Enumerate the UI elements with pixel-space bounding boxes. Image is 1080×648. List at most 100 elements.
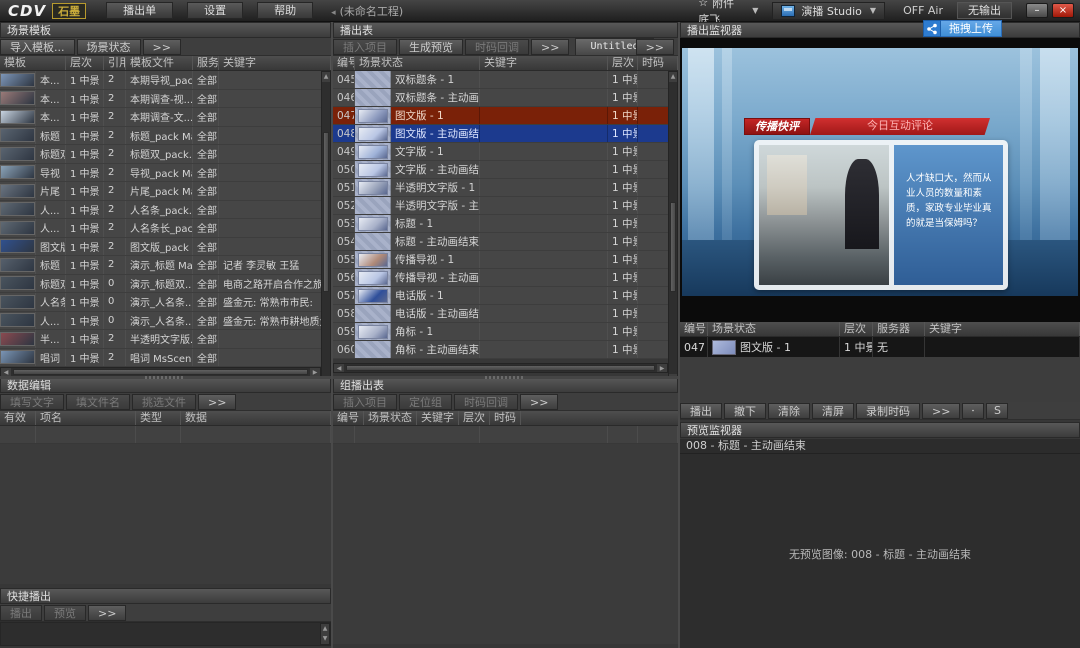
group-playout-toolbar-button[interactable]: 插入项目 — [333, 394, 397, 410]
menu-item[interactable]: 帮助 — [257, 2, 313, 19]
playout-row[interactable]: 049文字版 - 11 中景 — [333, 143, 678, 161]
scroll-thumb[interactable] — [670, 202, 676, 292]
tools-dropdown-icon[interactable]: ▼ — [752, 6, 758, 15]
template-keyword: 盛金元: 常熟市市民: — [219, 293, 331, 311]
splitter-middle-right[interactable] — [678, 22, 680, 648]
monitor-button[interactable]: 撤下 — [724, 403, 766, 419]
scroll-thumb[interactable] — [323, 132, 329, 292]
data-edit-toolbar-button[interactable]: 填文件名 — [66, 394, 130, 410]
template-row[interactable]: 标题双1 中景2标题双_pack...全部 — [0, 145, 331, 164]
data-edit-toolbar-button[interactable]: 挑选文件 — [132, 394, 196, 410]
playout-row[interactable]: 053标题 - 11 中景 — [333, 215, 678, 233]
quick-playout-button[interactable]: 播出 — [0, 605, 42, 621]
quick-vertical-scrollbar[interactable]: ▲ ▼ — [320, 623, 330, 645]
monitor-button[interactable]: 清除 — [768, 403, 810, 419]
playout-toolbar-button[interactable]: 时码回调 — [465, 39, 529, 55]
close-button[interactable]: × — [1052, 3, 1074, 18]
template-row[interactable]: 本...1 中景2本期导视_pac...全部 — [0, 71, 331, 90]
quick-playout-button[interactable]: >> — [88, 605, 126, 621]
playout-row[interactable]: 058电话版 - 主动画结束1 中景 — [333, 305, 678, 323]
playout-toolbar-button[interactable]: >> — [531, 39, 569, 55]
playout-horizontal-scrollbar[interactable]: ◀ ▶ — [333, 363, 668, 373]
playout-row[interactable]: 057电话版 - 11 中景 — [333, 287, 678, 305]
template-toolbar-button[interactable]: 场景状态 — [77, 39, 141, 55]
playout-row[interactable]: 045双标题条 - 11 中景 — [333, 71, 678, 89]
playout-row[interactable]: 048图文版 - 主动画结束1 中景 — [333, 125, 678, 143]
scroll-down-icon[interactable]: ▼ — [321, 634, 329, 644]
template-row[interactable]: 人名条短1 中景0演示_人名条...全部盛金元: 常熟市市民: — [0, 293, 331, 312]
template-row[interactable]: 人...1 中景2人名条_pack...全部 — [0, 201, 331, 220]
scroll-up-icon[interactable]: ▲ — [669, 72, 677, 82]
playout-tabs-more-button[interactable]: >> — [636, 39, 674, 55]
playout-toolbar-button[interactable]: 生成预览 — [399, 39, 463, 55]
stream-s-button[interactable]: S — [986, 403, 1008, 419]
drag-upload-button[interactable]: 拖拽上传 — [923, 20, 1002, 37]
snapshot-camera-icon[interactable] — [962, 403, 984, 419]
template-row[interactable]: 人...1 中景0演示_人名条...全部盛金元: 常熟市耕地质量 — [0, 312, 331, 331]
menu-item[interactable]: 播出单 — [106, 2, 173, 19]
minimize-button[interactable]: – — [1026, 3, 1048, 18]
playout-row[interactable]: 047图文版 - 11 中景 — [333, 107, 678, 125]
template-file: 本期调查-视... — [126, 90, 193, 108]
data-edit-toolbar-button[interactable]: 填写文字 — [0, 394, 64, 410]
splitter-left-middle[interactable] — [331, 22, 333, 648]
group-playout-toolbar-button[interactable]: 定位组 — [399, 394, 452, 410]
template-row[interactable]: 半...1 中景2半透明文字版.全部 — [0, 330, 331, 349]
scroll-left-icon[interactable]: ◀ — [334, 364, 344, 372]
playout-toolbar-button[interactable]: 插入项目 — [333, 39, 397, 55]
monitor-buttons: 播出撤下清除清屏录制时码>> S — [680, 402, 1080, 420]
scroll-up-icon[interactable]: ▲ — [322, 72, 330, 82]
template-row[interactable]: 本...1 中景2本期调查-文...全部 — [0, 108, 331, 127]
monitor-button[interactable]: 清屏 — [812, 403, 854, 419]
playout-row[interactable]: 050文字版 - 主动画结束1 中景 — [333, 161, 678, 179]
playout-row[interactable]: 051半透明文字版 - 11 中景 — [333, 179, 678, 197]
playout-row[interactable]: 046双标题条 - 主动画结束1 中景 — [333, 89, 678, 107]
playout-thumbnail — [355, 251, 391, 268]
scroll-right-icon[interactable]: ▶ — [310, 368, 320, 376]
data-edit-column-header: 有效 — [0, 411, 36, 425]
menu-item[interactable]: 设置 — [187, 2, 243, 19]
data-edit-toolbar-button[interactable]: >> — [198, 394, 236, 410]
scroll-right-icon[interactable]: ▶ — [657, 364, 667, 372]
monitor-row[interactable]: 047图文版 - 11 中景无 — [680, 337, 1080, 358]
group-playout-toolbar-button[interactable]: 时码回调 — [454, 394, 518, 410]
playout-column-header: 场景状态 — [355, 56, 480, 70]
quick-playout-button[interactable]: 预览 — [44, 605, 86, 621]
playout-row[interactable]: 059角标 - 11 中景 — [333, 323, 678, 341]
scroll-left-icon[interactable]: ◀ — [1, 368, 11, 376]
playout-row[interactable]: 052半透明文字版 - 主动...1 中景 — [333, 197, 678, 215]
template-row[interactable]: 图文版1 中景2图文版_pack ...全部 — [0, 238, 331, 257]
playout-row[interactable]: 055传播导视 - 11 中景 — [333, 251, 678, 269]
template-row[interactable]: 标题1 中景2标题_pack Ma...全部 — [0, 127, 331, 146]
playout-row[interactable]: 054标题 - 主动画结束1 中景 — [333, 233, 678, 251]
template-row[interactable]: 本...1 中景2本期调查-视...全部 — [0, 90, 331, 109]
group-playout-toolbar-button[interactable]: >> — [520, 394, 558, 410]
template-file: 半透明文字版. — [126, 330, 193, 348]
template-row[interactable]: 唱词1 中景2唱词 MsScene全部 — [0, 349, 331, 368]
playout-vertical-scrollbar[interactable]: ▲ ▼ — [668, 71, 678, 385]
template-row[interactable]: 片尾1 中景2片尾_pack Ma...全部 — [0, 182, 331, 201]
template-vertical-scrollbar[interactable]: ▲ ▼ — [321, 71, 331, 389]
template-toolbar-button[interactable]: 导入模板... — [0, 39, 75, 55]
monitor-button[interactable]: 播出 — [680, 403, 722, 419]
playout-column-header: 时码 — [638, 56, 678, 70]
preview-item[interactable]: 008 - 标题 - 主动画结束 — [680, 439, 1080, 454]
playout-row[interactable]: 056传播导视 - 主动画结束1 中景 — [333, 269, 678, 287]
output-status-button[interactable]: 无输出 — [957, 2, 1012, 19]
template-row[interactable]: 标题双1 中景0演示_标题双...全部电商之路开启合作之旅: — [0, 275, 331, 294]
scroll-thumb[interactable] — [346, 365, 655, 371]
template-toolbar-button[interactable]: >> — [143, 39, 181, 55]
template-row[interactable]: 导视1 中景2导视_pack Ma...全部 — [0, 164, 331, 183]
splitter-left-horizontal[interactable] — [0, 376, 331, 379]
scroll-thumb[interactable] — [13, 369, 308, 375]
template-layer: 1 中景 — [66, 275, 104, 293]
playout-row[interactable]: 060角标 - 主动画结束1 中景 — [333, 341, 678, 359]
scroll-up-icon[interactable]: ▲ — [321, 624, 329, 634]
monitor-button[interactable]: >> — [922, 403, 960, 419]
template-row[interactable]: 人...1 中景2人名条长_pac...全部 — [0, 219, 331, 238]
monitor-button[interactable]: 录制时码 — [856, 403, 920, 419]
tool-附件[interactable]: ☆附件 — [698, 0, 736, 11]
template-row[interactable]: 标题1 中景2演示_标题 Ma...全部记者 李灵敏 王猛 — [0, 256, 331, 275]
splitter-middle-horizontal[interactable] — [333, 376, 678, 379]
studio-selector[interactable]: 演播 Studio ▼ — [772, 2, 885, 20]
